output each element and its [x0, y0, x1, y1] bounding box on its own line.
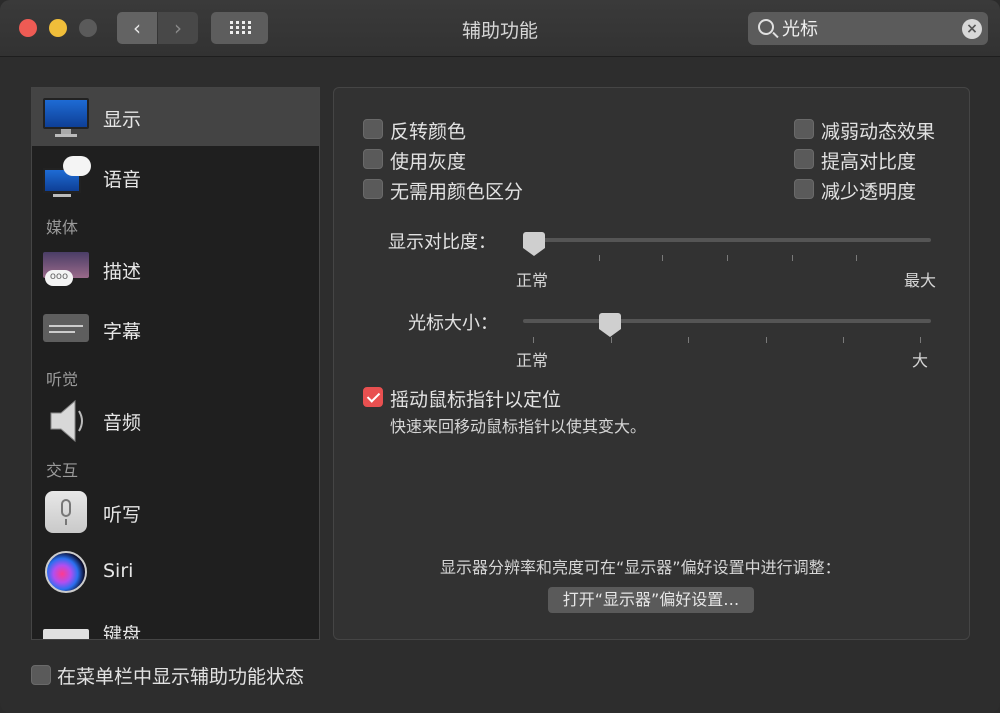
- system-preferences-window: ‹ › 辅助功能 × 显示: [0, 0, 1000, 713]
- cursor-size-max-label: 大: [912, 351, 929, 370]
- sidebar-item-display[interactable]: 显示: [32, 88, 319, 146]
- cursor-size-slider[interactable]: [523, 319, 931, 323]
- reduce-motion-label: 减弱动态效果: [821, 121, 936, 143]
- contrast-max-label: 最大: [904, 271, 937, 290]
- display-icon: [43, 96, 89, 138]
- sidebar-item-captions[interactable]: 字幕: [32, 300, 319, 358]
- sidebar-item-siri[interactable]: Siri: [32, 543, 319, 601]
- search-field[interactable]: ×: [748, 12, 988, 45]
- cursor-size-min-label: 正常: [516, 351, 549, 370]
- sidebar-item-audio[interactable]: 音频: [32, 391, 319, 449]
- siri-icon: [43, 551, 89, 593]
- section-header-interaction: 交互: [46, 461, 79, 480]
- open-displays-preferences-button[interactable]: 打开“显示器”偏好设置…: [548, 587, 754, 613]
- speech-icon: [43, 156, 91, 198]
- shake-to-locate-description: 快速来回移动鼠标指针以使其变大。: [390, 417, 647, 436]
- sidebar-item-label: 键盘: [103, 624, 142, 640]
- increase-contrast-checkbox[interactable]: [794, 149, 814, 169]
- show-status-in-menubar-label: 在菜单栏中显示辅助功能状态: [57, 666, 305, 688]
- sidebar-item-label: 听写: [103, 504, 142, 526]
- sidebar-item-keyboard[interactable]: 键盘: [32, 603, 319, 640]
- sidebar-item-dictation[interactable]: 听写: [32, 483, 319, 541]
- sidebar-item-label: Siri: [103, 560, 134, 582]
- reduce-motion-checkbox[interactable]: [794, 119, 814, 139]
- keyboard-icon: [43, 611, 89, 639]
- description-icon: ooo: [43, 248, 89, 290]
- sidebar-item-label: 音频: [103, 412, 142, 434]
- invert-colors-label: 反转颜色: [390, 121, 467, 143]
- display-contrast-label: 显示对比度：: [388, 232, 496, 253]
- sidebar-item-label: 语音: [103, 169, 142, 191]
- increase-contrast-label: 提高对比度: [821, 151, 917, 173]
- section-header-media: 媒体: [46, 218, 79, 237]
- search-input[interactable]: [782, 15, 952, 41]
- show-status-in-menubar-checkbox[interactable]: [31, 665, 51, 685]
- grayscale-label: 使用灰度: [390, 151, 467, 173]
- title-bar: ‹ › 辅助功能 ×: [0, 0, 1000, 57]
- sidebar-item-label: 显示: [103, 109, 142, 131]
- differentiate-without-color-label: 无需用颜色区分: [390, 181, 524, 203]
- sidebar-item-description[interactable]: ooo 描述: [32, 240, 319, 298]
- microphone-icon: [43, 491, 89, 533]
- sidebar-item-speech[interactable]: 语音: [32, 148, 319, 206]
- category-sidebar[interactable]: 显示 语音 媒体 ooo 描述 字幕 听觉 音频 交互 听写 Siri 键盘: [31, 87, 320, 640]
- display-contrast-slider-thumb[interactable]: [523, 232, 545, 256]
- clear-search-icon[interactable]: ×: [962, 19, 982, 39]
- search-icon: [758, 19, 774, 35]
- cursor-size-label: 光标大小：: [408, 313, 498, 334]
- display-contrast-slider[interactable]: [523, 238, 931, 242]
- shake-to-locate-checkbox[interactable]: [363, 387, 383, 407]
- shake-to-locate-label: 摇动鼠标指针以定位: [390, 389, 562, 411]
- differentiate-without-color-checkbox[interactable]: [363, 179, 383, 199]
- reduce-transparency-checkbox[interactable]: [794, 179, 814, 199]
- contrast-min-label: 正常: [516, 271, 549, 290]
- display-prefs-note: 显示器分辨率和亮度可在“显示器”偏好设置中进行调整：: [440, 558, 841, 577]
- grayscale-checkbox[interactable]: [363, 149, 383, 169]
- captions-icon: [43, 308, 89, 350]
- invert-colors-checkbox[interactable]: [363, 119, 383, 139]
- sidebar-item-label: 描述: [103, 261, 142, 283]
- reduce-transparency-label: 减少透明度: [821, 181, 917, 203]
- cursor-size-slider-thumb[interactable]: [599, 313, 621, 337]
- sidebar-item-label: 字幕: [103, 321, 142, 343]
- speaker-icon: [43, 399, 89, 443]
- section-header-hearing: 听觉: [46, 370, 79, 389]
